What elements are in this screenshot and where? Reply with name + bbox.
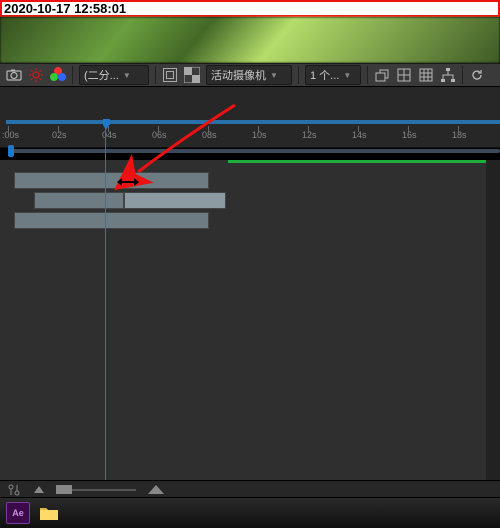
composition-preview bbox=[0, 17, 500, 63]
camera-label: 活动摄像机 bbox=[211, 67, 266, 83]
ruler-top-bar bbox=[6, 120, 500, 124]
guides-icon[interactable] bbox=[396, 67, 412, 83]
time-ruler[interactable]: :00s02s04s06s08s10s12s14s16s18s bbox=[0, 120, 500, 148]
zoom-out-icon[interactable] bbox=[34, 486, 44, 493]
ruler-tick: 02s bbox=[52, 130, 67, 140]
ruler-tick: 08s bbox=[202, 130, 217, 140]
timeline-zoom-bar bbox=[0, 480, 500, 498]
windows-taskbar: Ae bbox=[0, 497, 500, 528]
flowchart-icon[interactable] bbox=[440, 67, 456, 83]
ruler-tick: :00s bbox=[2, 130, 19, 140]
taskbar-app-after-effects[interactable]: Ae bbox=[6, 502, 30, 524]
zoom-in-icon[interactable] bbox=[148, 485, 164, 494]
timeline-header bbox=[0, 87, 500, 123]
work-area[interactable] bbox=[8, 145, 500, 157]
exposure-icon[interactable] bbox=[28, 67, 44, 83]
ruler-tick: 10s bbox=[252, 130, 267, 140]
zoom-slider-thumb[interactable] bbox=[56, 485, 72, 494]
playhead[interactable] bbox=[105, 120, 106, 480]
separator bbox=[72, 66, 73, 84]
resolution-dropdown[interactable]: (二分... ▼ bbox=[79, 65, 149, 85]
views-dropdown[interactable]: 1 个... ▼ bbox=[305, 65, 361, 85]
reset-exposure-icon[interactable] bbox=[469, 67, 485, 83]
separator bbox=[367, 66, 368, 84]
grid-icon[interactable] bbox=[418, 67, 434, 83]
chevron-down-icon: ▼ bbox=[270, 71, 278, 80]
layer-clip[interactable] bbox=[34, 192, 124, 209]
ruler-tick: 16s bbox=[402, 130, 417, 140]
separator bbox=[155, 66, 156, 84]
layer-clip[interactable] bbox=[124, 192, 226, 209]
separator bbox=[462, 66, 463, 84]
layer-clip[interactable] bbox=[14, 212, 209, 229]
separator bbox=[298, 66, 299, 84]
share-icon[interactable] bbox=[374, 67, 390, 83]
region-icon[interactable] bbox=[162, 67, 178, 83]
viewer-toolbar: (二分... ▼ 活动摄像机 ▼ 1 个... ▼ bbox=[0, 63, 500, 87]
camera-dropdown[interactable]: 活动摄像机 ▼ bbox=[206, 65, 292, 85]
playhead-head[interactable] bbox=[101, 119, 112, 130]
chevron-down-icon: ▼ bbox=[123, 71, 131, 80]
views-label: 1 个... bbox=[310, 67, 339, 83]
ruler-tick: 12s bbox=[302, 130, 317, 140]
work-area-bar[interactable] bbox=[8, 149, 500, 153]
trim-cursor-icon bbox=[120, 176, 136, 188]
render-cache-bar bbox=[228, 160, 500, 163]
ruler-tick: 14s bbox=[352, 130, 367, 140]
timeline-tracks[interactable] bbox=[0, 160, 500, 480]
timestamp-overlay: 2020-10-17 12:58:01 bbox=[0, 0, 500, 17]
toggle-switches-icon[interactable] bbox=[6, 482, 22, 498]
chevron-down-icon: ▼ bbox=[343, 71, 351, 80]
work-area-start-handle[interactable] bbox=[8, 145, 14, 157]
layer-clip[interactable] bbox=[14, 172, 209, 189]
vertical-scrollbar[interactable] bbox=[486, 160, 500, 480]
taskbar-app-explorer[interactable] bbox=[38, 503, 60, 523]
resolution-label: (二分... bbox=[84, 67, 119, 83]
ruler-tick: 06s bbox=[152, 130, 167, 140]
channels-icon[interactable] bbox=[50, 67, 66, 83]
transparency-grid-icon[interactable] bbox=[184, 67, 200, 83]
ruler-tick: 18s bbox=[452, 130, 467, 140]
snapshot-icon[interactable] bbox=[6, 67, 22, 83]
zoom-slider[interactable] bbox=[56, 487, 136, 493]
